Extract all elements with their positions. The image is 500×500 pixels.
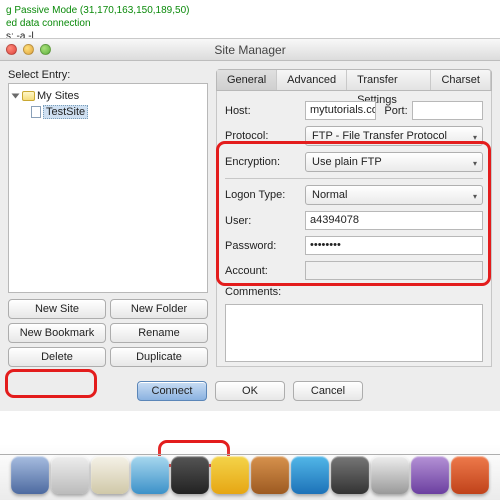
folder-icon [22, 91, 35, 101]
macos-dock [0, 444, 500, 500]
new-folder-button[interactable]: New Folder [110, 299, 208, 319]
new-site-button[interactable]: New Site [8, 299, 106, 319]
password-input[interactable]: •••••••• [305, 236, 483, 255]
new-bookmark-button[interactable]: New Bookmark [8, 323, 106, 343]
close-window-button[interactable] [6, 44, 17, 55]
dock-icon-app[interactable] [451, 456, 489, 494]
dock-icon-app[interactable] [91, 456, 129, 494]
tab-transfer-settings[interactable]: Transfer Settings [347, 70, 431, 90]
comments-textarea[interactable] [225, 304, 483, 362]
site-tree[interactable]: My Sites TestSite [8, 83, 208, 293]
dock-icon-mail[interactable] [11, 456, 49, 494]
titlebar: Site Manager [0, 39, 500, 61]
dock-icon-app[interactable] [211, 456, 249, 494]
user-input[interactable]: a4394078 [305, 211, 483, 230]
window-title: Site Manager [214, 43, 285, 57]
disclosure-triangle-icon[interactable] [12, 94, 20, 99]
logon-type-select[interactable]: Normal [305, 185, 483, 205]
encryption-label: Encryption: [225, 156, 301, 168]
dock-icon-app[interactable] [251, 456, 289, 494]
protocol-label: Protocol: [225, 130, 301, 142]
host-label: Host: [225, 105, 301, 117]
tree-item-testsite[interactable]: TestSite [13, 104, 203, 120]
dock-icon-app[interactable] [331, 456, 369, 494]
comments-label: Comments: [225, 286, 301, 298]
tab-bar: General Advanced Transfer Settings Chars… [216, 69, 492, 91]
user-label: User: [225, 215, 301, 227]
protocol-select[interactable]: FTP - File Transfer Protocol [305, 126, 483, 146]
dock-icon-app[interactable] [371, 456, 409, 494]
select-entry-label: Select Entry: [8, 69, 208, 81]
tree-root[interactable]: My Sites [13, 88, 203, 104]
dock-icon-app[interactable] [411, 456, 449, 494]
cancel-button[interactable]: Cancel [293, 381, 363, 401]
site-manager-window: Site Manager Select Entry: My Sites Test… [0, 38, 500, 411]
delete-button[interactable]: Delete [8, 347, 106, 367]
dock-icon-app[interactable] [51, 456, 89, 494]
account-label: Account: [225, 265, 301, 277]
password-label: Password: [225, 240, 301, 252]
ok-button[interactable]: OK [215, 381, 285, 401]
server-icon [31, 106, 41, 118]
port-label: Port: [384, 105, 407, 117]
tab-charset[interactable]: Charset [431, 70, 491, 90]
rename-button[interactable]: Rename [110, 323, 208, 343]
minimize-window-button[interactable] [23, 44, 34, 55]
account-input [305, 261, 483, 280]
dock-icon-app[interactable] [171, 456, 209, 494]
host-input[interactable]: mytutorials.comuv.com [305, 101, 376, 120]
dock-icon-app[interactable] [291, 456, 329, 494]
tab-general[interactable]: General [217, 70, 277, 90]
tab-advanced[interactable]: Advanced [277, 70, 347, 90]
port-input[interactable] [412, 101, 483, 120]
connect-button[interactable]: Connect [137, 381, 207, 401]
duplicate-button[interactable]: Duplicate [110, 347, 208, 367]
logon-type-label: Logon Type: [225, 189, 301, 201]
zoom-window-button[interactable] [40, 44, 51, 55]
dock-icon-safari[interactable] [131, 456, 169, 494]
encryption-select[interactable]: Use plain FTP [305, 152, 483, 172]
